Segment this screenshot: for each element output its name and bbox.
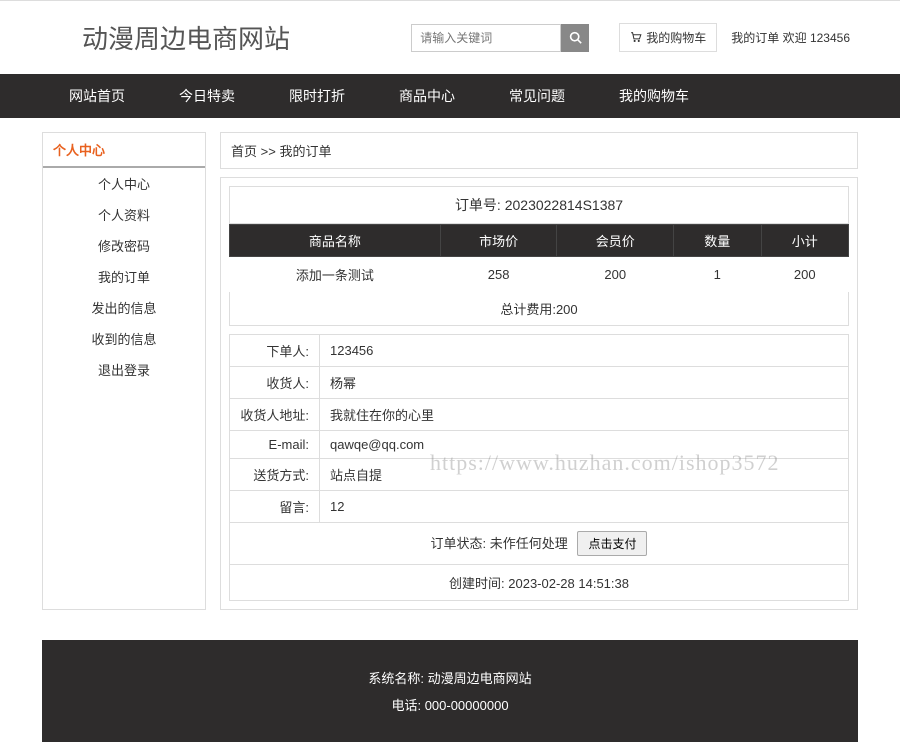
sidebar-item-received[interactable]: 收到的信息	[43, 323, 205, 354]
welcome-text: 欢迎	[783, 31, 807, 45]
sidebar-item-sent[interactable]: 发出的信息	[43, 292, 205, 323]
order-number: 订单号: 2023022814S1387	[229, 186, 849, 224]
user-info: 我的订单 欢迎 123456	[731, 29, 850, 46]
sidebar-item-logout[interactable]: 退出登录	[43, 354, 205, 385]
cell-name: 添加一条测试	[230, 257, 441, 293]
site-title: 动漫周边电商网站	[82, 19, 411, 56]
info-value: 杨幂	[320, 367, 849, 399]
search-button[interactable]	[561, 24, 589, 52]
sidebar-item-orders[interactable]: 我的订单	[43, 261, 205, 292]
info-label: 送货方式:	[230, 459, 320, 491]
info-label: 留言:	[230, 491, 320, 523]
col-qty: 数量	[674, 225, 761, 257]
sidebar-item-password[interactable]: 修改密码	[43, 230, 205, 261]
orders-link[interactable]: 我的订单	[731, 31, 779, 45]
col-name: 商品名称	[230, 225, 441, 257]
order-info-table: 下单人:123456 收货人:杨幂 收货人地址:我就住在你的心里 E-mail:…	[229, 334, 849, 523]
order-box: 订单号: 2023022814S1387 商品名称 市场价 会员价 数量 小计 …	[220, 177, 858, 610]
footer-sys-value: 动漫周边电商网站	[428, 671, 532, 686]
sidebar: 个人中心 个人中心 个人资料 修改密码 我的订单 发出的信息 收到的信息 退出登…	[42, 132, 206, 610]
total-row: 总计费用:200	[229, 292, 849, 326]
info-value: 我就住在你的心里	[320, 399, 849, 431]
time-label: 创建时间:	[449, 576, 505, 591]
breadcrumb-sep: >>	[261, 144, 276, 159]
footer-tel-value: 000-00000000	[425, 698, 509, 713]
footer-sys-label: 系统名称:	[368, 671, 424, 686]
status-row: 订单状态: 未作任何处理 点击支付	[229, 523, 849, 565]
cell-market: 258	[440, 257, 557, 293]
nav-today[interactable]: 今日特卖	[152, 74, 262, 118]
search-box	[411, 24, 589, 52]
info-label: 收货人:	[230, 367, 320, 399]
breadcrumb-home[interactable]: 首页	[231, 144, 257, 159]
search-input[interactable]	[411, 24, 561, 52]
footer: 系统名称: 动漫周边电商网站 电话: 000-00000000	[42, 640, 858, 742]
time-value: 2023-02-28 14:51:38	[508, 576, 629, 591]
status-value: 未作任何处理	[490, 536, 568, 551]
breadcrumb-current: 我的订单	[279, 144, 331, 159]
info-label: 下单人:	[230, 335, 320, 367]
cell-qty: 1	[674, 257, 761, 293]
search-icon	[569, 31, 582, 44]
info-value: 12	[320, 491, 849, 523]
cart-icon	[630, 32, 642, 43]
time-row: 创建时间: 2023-02-28 14:51:38	[229, 565, 849, 601]
breadcrumb: 首页 >> 我的订单	[220, 132, 858, 169]
info-value: 站点自提	[320, 459, 849, 491]
pay-button[interactable]: 点击支付	[577, 531, 647, 556]
footer-tel-label: 电话:	[391, 698, 421, 713]
nav-products[interactable]: 商品中心	[372, 74, 482, 118]
cell-subtotal: 200	[761, 257, 849, 293]
col-member: 会员价	[557, 225, 674, 257]
sidebar-item-profile[interactable]: 个人资料	[43, 199, 205, 230]
info-label: E-mail:	[230, 431, 320, 459]
cart-link[interactable]: 我的购物车	[619, 23, 717, 52]
nav-cart[interactable]: 我的购物车	[592, 74, 716, 118]
info-label: 收货人地址:	[230, 399, 320, 431]
cell-member: 200	[557, 257, 674, 293]
nav-discount[interactable]: 限时打折	[262, 74, 372, 118]
sidebar-item-center[interactable]: 个人中心	[43, 168, 205, 199]
order-items-table: 商品名称 市场价 会员价 数量 小计 添加一条测试 258 200 1 200	[229, 224, 849, 292]
nav-home[interactable]: 网站首页	[42, 74, 152, 118]
info-value: 123456	[320, 335, 849, 367]
col-subtotal: 小计	[761, 225, 849, 257]
table-row: 添加一条测试 258 200 1 200	[230, 257, 849, 293]
col-market: 市场价	[440, 225, 557, 257]
nav-faq[interactable]: 常见问题	[482, 74, 592, 118]
status-label: 订单状态:	[431, 536, 487, 551]
sidebar-title: 个人中心	[43, 133, 205, 168]
info-value: qawqe@qq.com	[320, 431, 849, 459]
main-nav: 网站首页 今日特卖 限时打折 商品中心 常见问题 我的购物车	[0, 74, 900, 118]
cart-label: 我的购物车	[646, 29, 706, 46]
username: 123456	[810, 31, 850, 45]
